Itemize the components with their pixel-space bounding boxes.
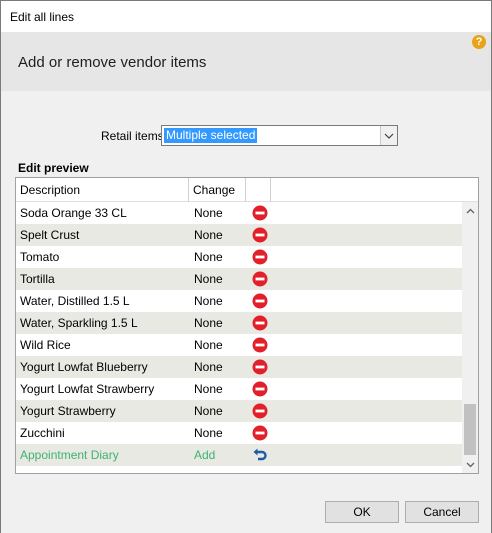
cell-description: Yogurt Lowfat Blueberry [20, 360, 148, 374]
cell-description: Water, Distilled 1.5 L [20, 294, 130, 308]
remove-icon[interactable] [246, 205, 276, 221]
remove-icon[interactable] [246, 403, 276, 419]
remove-icon[interactable] [246, 249, 276, 265]
table-row[interactable]: Yogurt Strawberry None [16, 400, 462, 422]
remove-icon[interactable] [246, 315, 276, 331]
table-row[interactable]: Tomato None [16, 246, 462, 268]
cell-description: Tomato [20, 250, 60, 264]
remove-icon[interactable] [246, 227, 276, 243]
help-icon[interactable]: ? [472, 35, 486, 49]
cell-change: None [194, 228, 223, 242]
column-header-description[interactable]: Description [16, 178, 189, 202]
cell-description: Tortilla [20, 272, 55, 286]
table-row[interactable]: Yogurt Lowfat Strawberry None [16, 378, 462, 400]
table-row[interactable]: Yogurt Lowfat Blueberry None [16, 356, 462, 378]
table-row[interactable]: Appointment Diary Add [16, 444, 462, 466]
cell-description: Spelt Crust [20, 228, 80, 242]
cell-description: Wild Rice [20, 338, 71, 352]
remove-icon[interactable] [246, 425, 276, 441]
remove-icon[interactable] [246, 293, 276, 309]
retail-items-selected-value: Multiple selected [164, 128, 258, 143]
table-row[interactable]: Spelt Crust None [16, 224, 462, 246]
cell-description: Yogurt Lowfat Strawberry [20, 382, 155, 396]
window-title: Edit all lines [10, 9, 75, 24]
cell-change: None [194, 426, 223, 440]
cell-description: Zucchini [20, 426, 65, 440]
cell-change: None [194, 382, 223, 396]
undo-icon[interactable] [246, 447, 276, 463]
cell-change: None [194, 294, 223, 308]
scroll-up-arrow[interactable] [462, 202, 478, 219]
scroll-thumb[interactable] [464, 404, 476, 455]
dialog-header-title: Add or remove vendor items [18, 54, 207, 71]
chevron-down-icon [466, 462, 474, 467]
column-header-change[interactable]: Change [189, 178, 246, 202]
cell-change: None [194, 360, 223, 374]
table-row[interactable]: Soda Orange 33 CL None [16, 202, 462, 224]
cell-change: None [194, 272, 223, 286]
retail-items-label: Retail items [101, 129, 164, 143]
table-row[interactable]: Water, Sparkling 1.5 L None [16, 312, 462, 334]
cancel-button[interactable]: Cancel [405, 501, 479, 523]
table-row[interactable]: Water, Distilled 1.5 L None [16, 290, 462, 312]
vertical-scrollbar[interactable] [462, 202, 478, 473]
scroll-down-arrow[interactable] [462, 456, 478, 473]
edit-preview-label: Edit preview [18, 161, 89, 175]
column-header-action[interactable] [246, 178, 271, 202]
table-row[interactable]: Zucchini None [16, 422, 462, 444]
edit-preview-grid[interactable]: Description Change Soda Orange 33 CL None… [15, 177, 479, 474]
grid-rows: Soda Orange 33 CL None Spelt Crust None Toma… [16, 202, 462, 466]
chevron-down-icon [384, 133, 394, 139]
grid-header: Description Change [16, 178, 478, 202]
remove-icon[interactable] [246, 359, 276, 375]
cell-change: None [194, 250, 223, 264]
remove-icon[interactable] [246, 271, 276, 287]
table-row[interactable]: Wild Rice None [16, 334, 462, 356]
cell-change: None [194, 404, 223, 418]
window-title-bar: Edit all lines [1, 1, 491, 32]
remove-icon[interactable] [246, 337, 276, 353]
edit-all-lines-dialog: Edit all lines Add or remove vendor item… [0, 0, 492, 533]
cell-change: Add [194, 448, 216, 462]
dropdown-button[interactable] [380, 126, 397, 145]
cell-change: None [194, 338, 223, 352]
cell-change: None [194, 206, 223, 220]
ok-button[interactable]: OK [325, 501, 399, 523]
cell-description: Water, Sparkling 1.5 L [20, 316, 138, 330]
cell-description: Appointment Diary [20, 448, 119, 462]
cell-change: None [194, 316, 223, 330]
dialog-header: Add or remove vendor items ? [1, 32, 491, 91]
table-row[interactable]: Tortilla None [16, 268, 462, 290]
retail-items-select[interactable]: Multiple selected [161, 125, 398, 146]
cell-description: Soda Orange 33 CL [20, 206, 127, 220]
cell-description: Yogurt Strawberry [20, 404, 116, 418]
chevron-up-icon [466, 208, 474, 213]
remove-icon[interactable] [246, 381, 276, 397]
